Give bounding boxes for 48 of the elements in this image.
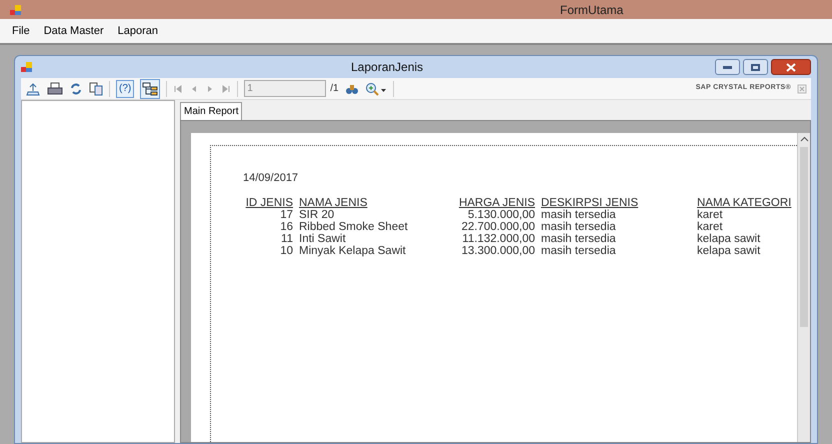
column-header: DESKIRPSI JENIS (541, 196, 640, 208)
minimize-icon (723, 66, 732, 68)
table-cell-text: 13.300.000,00 (460, 244, 535, 256)
column-header: NAMA JENIS (299, 196, 368, 208)
menu-item[interactable]: Laporan (112, 22, 164, 40)
table-cell-text: 16 (279, 220, 293, 232)
table-cell-text: Inti Sawit (299, 232, 347, 244)
table-cell-text: Ribbed Smoke Sheet (299, 220, 409, 232)
window-title: LaporanJenis (351, 59, 424, 76)
table-cell-text: kelapa sawit (697, 244, 762, 256)
zoom-icon[interactable] (364, 82, 387, 96)
window-title: FormUtama (560, 2, 624, 18)
table-cell-text: karet (697, 208, 724, 220)
copy-icon[interactable] (89, 82, 103, 96)
help-button[interactable]: (?) (116, 80, 134, 98)
table-cell-text: 11.132.000,00 (461, 232, 535, 244)
export-icon[interactable] (25, 82, 41, 96)
table-cell-text: karet (697, 220, 724, 232)
table-cell-text: masih tersedia (541, 208, 617, 220)
app-icon (21, 61, 33, 73)
table-cell-text: 22.700.000,00 (460, 220, 535, 232)
maximize-icon (751, 64, 760, 70)
maximize-button[interactable] (743, 59, 768, 75)
menu-item[interactable]: File (6, 22, 36, 40)
page-total: /1 (330, 82, 339, 96)
app-icon (10, 4, 22, 16)
table-cell-text: masih tersedia (541, 232, 617, 244)
tab[interactable]: Main Report (180, 102, 242, 120)
column-header: ID JENIS (244, 196, 293, 208)
refresh-icon[interactable] (69, 82, 83, 96)
close-icon (786, 62, 796, 72)
table-cell-text: 17 (279, 208, 293, 220)
menu-item[interactable]: Data Master (38, 22, 110, 40)
table-cell-text: Minyak Kelapa Sawit (299, 244, 407, 256)
minimize-button[interactable] (715, 59, 740, 75)
table-cell-text: 10 (279, 244, 293, 256)
report-date: 14/09/2017 (243, 171, 300, 186)
table-cell-text: masih tersedia (541, 220, 617, 232)
scrollbar[interactable] (797, 133, 810, 442)
table-cell-text: masih tersedia (541, 244, 617, 256)
table-cell-text: kelapa sawit (697, 232, 762, 244)
print-icon[interactable] (47, 82, 63, 96)
close-button[interactable] (771, 59, 811, 75)
column-header: HARGA JENIS (458, 196, 535, 208)
column-header: NAMA KATEGORI (697, 196, 792, 208)
table-cell-text: 11 (280, 232, 293, 244)
table-cell-text: SIR 20 (299, 208, 336, 220)
table-cell-text: 5.130.000,00 (466, 208, 535, 220)
